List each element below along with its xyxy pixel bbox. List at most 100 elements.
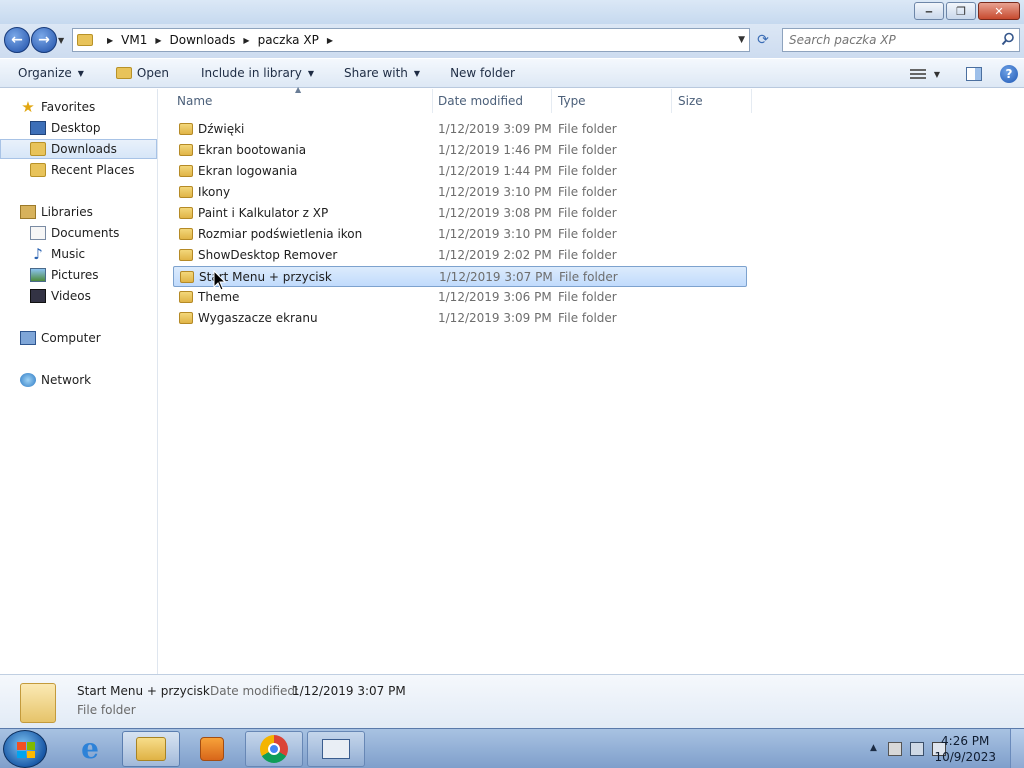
- taskbar-windows-explorer[interactable]: [122, 731, 180, 767]
- downloads-folder-icon: [30, 142, 46, 156]
- sidebar-item-network[interactable]: Network: [0, 370, 157, 390]
- include-in-library-button[interactable]: Include in library ▼: [191, 58, 324, 88]
- file-row[interactable]: Ikony 1/12/2019 3:10 PM File folder: [173, 182, 747, 203]
- change-view-icon[interactable]: [909, 69, 926, 79]
- mouse-cursor-icon: [213, 270, 227, 291]
- videos-icon: [30, 289, 46, 303]
- sidebar-item-label: Videos: [51, 289, 91, 303]
- file-row[interactable]: Rozmiar podświetlenia ikon 1/12/2019 3:10…: [173, 224, 747, 245]
- sidebar-item-documents[interactable]: Documents: [0, 223, 157, 243]
- file-row[interactable]: Dźwięki 1/12/2019 3:09 PM File folder: [173, 119, 747, 140]
- preview-pane-icon[interactable]: [966, 67, 982, 81]
- file-type: File folder: [558, 143, 617, 157]
- file-date-modified: 1/12/2019 3:09 PM: [438, 311, 552, 325]
- recent-pages-dropdown-icon[interactable]: ▼: [58, 36, 64, 45]
- file-date-modified: 1/12/2019 2:02 PM: [438, 248, 552, 262]
- search-box[interactable]: [782, 28, 1020, 52]
- taskbar-internet-explorer[interactable]: e: [62, 731, 118, 767]
- taskbar-on-screen-keyboard[interactable]: [307, 731, 365, 767]
- search-icon[interactable]: [1001, 32, 1015, 46]
- file-type: File folder: [558, 164, 617, 178]
- breadcrumb-separator-icon[interactable]: ▶: [155, 36, 161, 45]
- clock-date: 10/9/2023: [934, 750, 996, 764]
- breadcrumb-separator-icon[interactable]: ▶: [327, 36, 333, 45]
- sidebar-item-pictures[interactable]: Pictures: [0, 265, 157, 285]
- open-button[interactable]: Open: [106, 58, 179, 88]
- file-date-modified: 1/12/2019 1:44 PM: [438, 164, 552, 178]
- libraries-icon: [20, 205, 36, 219]
- maximize-button[interactable]: ❐: [946, 2, 976, 20]
- back-button[interactable]: ←: [4, 27, 30, 53]
- file-row[interactable]: Start Menu + przycisk 1/12/2019 3:07 PM Fi…: [173, 266, 747, 287]
- forward-button[interactable]: →: [31, 27, 57, 53]
- breadcrumb-paczka-xp[interactable]: paczka XP: [258, 33, 319, 47]
- chrome-icon: [260, 735, 288, 763]
- help-icon[interactable]: ?: [1000, 65, 1018, 83]
- sidebar-item-label: Network: [41, 373, 92, 387]
- breadcrumb-separator-icon[interactable]: ▶: [107, 36, 113, 45]
- sidebar-item-label: Favorites: [41, 100, 96, 114]
- clock-time: 4:26 PM: [941, 734, 990, 748]
- chevron-down-icon: ▼: [307, 68, 314, 78]
- file-type: File folder: [558, 122, 617, 136]
- details-item-name: Start Menu + przycisk: [77, 684, 210, 698]
- include-in-library-label: Include in library: [200, 66, 302, 80]
- sidebar-item-label: Downloads: [51, 142, 117, 156]
- address-bar[interactable]: ▶ VM1 ▶ Downloads ▶ paczka XP ▶ ▼: [72, 28, 750, 52]
- start-button[interactable]: [3, 730, 47, 768]
- file-date-modified: 1/12/2019 1:46 PM: [438, 143, 552, 157]
- keyboard-icon: [322, 739, 350, 759]
- folder-icon: [20, 683, 56, 723]
- action-center-icon[interactable]: [888, 742, 902, 756]
- details-date-value: 1/12/2019 3:07 PM: [292, 684, 406, 698]
- star-icon: ★: [21, 98, 35, 116]
- refresh-button[interactable]: ⟳: [752, 29, 774, 51]
- address-dropdown-icon[interactable]: ▼: [738, 35, 745, 45]
- file-row[interactable]: Paint i Kalkulator z XP 1/12/2019 3:08 PM…: [173, 203, 747, 224]
- sidebar-item-videos[interactable]: Videos: [0, 286, 157, 306]
- file-row[interactable]: ShowDesktop Remover 1/12/2019 2:02 PM File…: [173, 245, 747, 266]
- view-options-chevron-icon[interactable]: ▼: [934, 70, 940, 79]
- internet-explorer-icon: e: [81, 732, 99, 765]
- close-button[interactable]: ✕: [978, 2, 1020, 20]
- documents-icon: [30, 226, 46, 240]
- taskbar-chrome[interactable]: [245, 731, 303, 767]
- sidebar-item-favorites[interactable]: ★ Favorites: [0, 97, 157, 117]
- search-input[interactable]: [789, 33, 989, 47]
- column-header-size[interactable]: Size: [672, 89, 752, 113]
- share-with-button[interactable]: Share with ▼: [334, 58, 430, 88]
- sidebar-item-libraries[interactable]: Libraries: [0, 202, 157, 222]
- pictures-icon: [30, 268, 46, 282]
- new-folder-button[interactable]: New folder: [440, 58, 525, 88]
- file-row[interactable]: Ekran bootowania 1/12/2019 1:46 PM File fo…: [173, 140, 747, 161]
- taskbar: e ▲ 4:26 PM 10/9/2023: [0, 728, 1024, 768]
- sidebar-item-downloads[interactable]: Downloads: [0, 139, 157, 159]
- minimize-button[interactable]: ‒: [914, 2, 944, 20]
- breadcrumb-separator-icon[interactable]: ▶: [243, 36, 249, 45]
- column-header-type[interactable]: Type: [552, 89, 672, 113]
- details-pane: Start Menu + przycisk Date modified: 1/1…: [0, 674, 1024, 728]
- file-row[interactable]: Theme 1/12/2019 3:06 PM File folder: [173, 287, 747, 308]
- show-hidden-icons-icon[interactable]: ▲: [870, 743, 877, 753]
- file-date-modified: 1/12/2019 3:09 PM: [438, 122, 552, 136]
- sidebar-item-recent-places[interactable]: Recent Places: [0, 160, 157, 180]
- breadcrumb-vm1[interactable]: VM1: [121, 33, 147, 47]
- file-name: Wygaszacze ekranu: [198, 311, 318, 325]
- sidebar-item-computer[interactable]: Computer: [0, 328, 157, 348]
- column-header-label: Date modified: [438, 94, 524, 108]
- sidebar-item-desktop[interactable]: Desktop: [0, 118, 157, 138]
- sidebar-item-music[interactable]: ♪ Music: [0, 244, 157, 264]
- file-row[interactable]: Ekran logowania 1/12/2019 1:44 PM File fol…: [173, 161, 747, 182]
- taskbar-media-player[interactable]: [183, 731, 241, 767]
- folder-icon: [179, 186, 193, 198]
- clock[interactable]: 4:26 PM 10/9/2023: [934, 733, 996, 765]
- show-desktop-button[interactable]: [1010, 729, 1024, 768]
- organize-button[interactable]: Organize ▼: [0, 58, 94, 88]
- column-header-date-modified[interactable]: Date modified: [432, 89, 552, 113]
- close-icon: ✕: [994, 4, 1004, 18]
- network-status-icon[interactable]: [910, 742, 924, 756]
- breadcrumb-downloads[interactable]: Downloads: [170, 33, 236, 47]
- column-header-name[interactable]: Name: [171, 89, 433, 113]
- file-row[interactable]: Wygaszacze ekranu 1/12/2019 3:09 PM File f…: [173, 308, 747, 329]
- sidebar-item-label: Recent Places: [51, 163, 135, 177]
